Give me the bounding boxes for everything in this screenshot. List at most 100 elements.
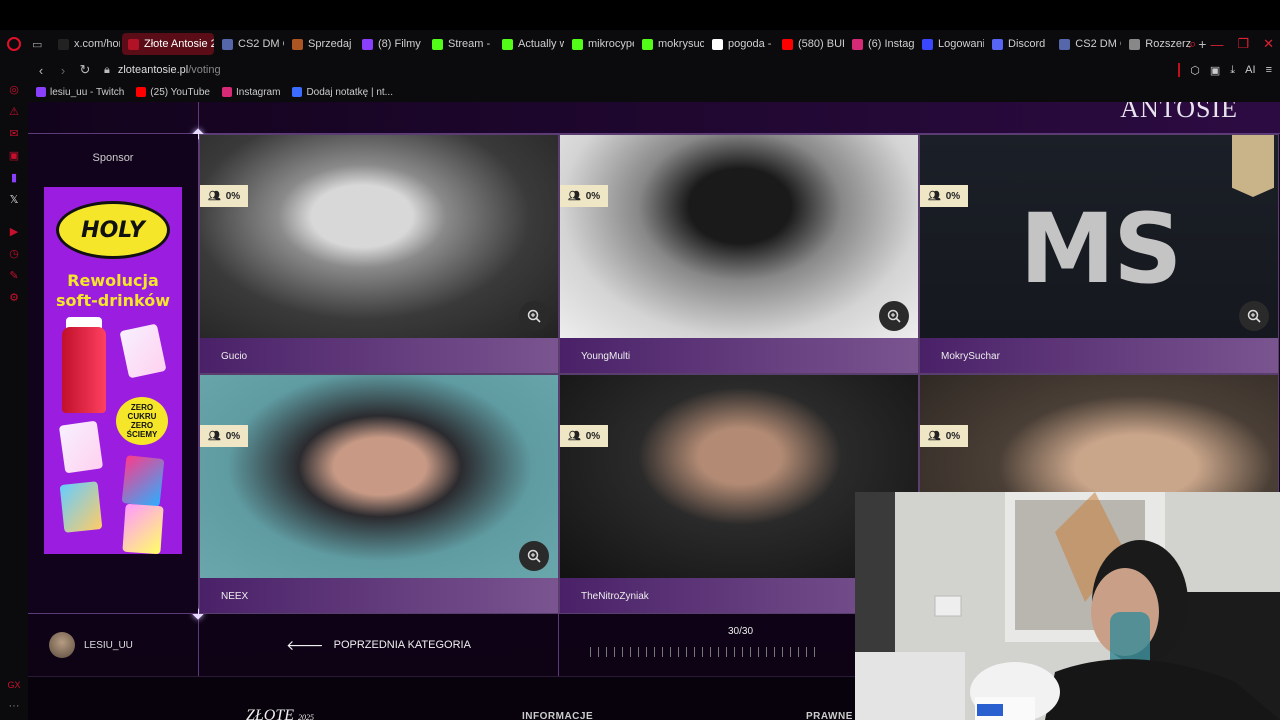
- users-icon: 👥︎: [208, 190, 221, 202]
- sponsor-ad[interactable]: HOLY Rewolucja soft-drinków ZERO CUKRU Z…: [44, 187, 182, 554]
- bookmark-item[interactable]: Dodaj notatkę | nt...: [292, 87, 393, 98]
- browser-tab[interactable]: (8) Filmy i: [356, 33, 424, 55]
- x-icon: [58, 38, 69, 50]
- candidate-name: NEEX: [221, 591, 249, 602]
- previous-category-button[interactable]: 🡐 POPRZEDNIA KATEGORIA: [199, 614, 559, 676]
- browser-tab[interactable]: CS2 DM C: [216, 33, 284, 55]
- candidate-photo: [560, 135, 918, 338]
- vote-percent-badge: 👥︎ 0%: [920, 185, 969, 207]
- browser-tab[interactable]: (6) Instag: [846, 33, 914, 55]
- aria-icon[interactable]: ◎: [0, 78, 28, 100]
- category-progress: 30/30: [560, 614, 860, 676]
- messenger-icon[interactable]: ✉: [0, 122, 28, 144]
- more-icon[interactable]: ···: [0, 700, 28, 712]
- vote-percent: 0%: [945, 190, 961, 202]
- users-icon: 👥︎: [568, 190, 581, 202]
- cs-icon: [1059, 38, 1071, 50]
- twitch-icon: [362, 38, 373, 50]
- gx-icon[interactable]: GX: [0, 680, 28, 690]
- tab-label: Logowanie: [938, 38, 984, 50]
- avatar-bookmark-icon: [1232, 135, 1274, 197]
- forward-icon[interactable]: ›: [54, 63, 72, 78]
- close-window-icon[interactable]: ✕: [1263, 36, 1274, 52]
- bookmark-item[interactable]: Instagram: [221, 87, 280, 98]
- candidate-card[interactable]: 👥︎ 0% NEEX: [199, 374, 559, 614]
- ai-button[interactable]: AI: [1245, 64, 1255, 76]
- crypto-wallet-icon[interactable]: ⚠: [0, 100, 28, 122]
- candidate-name-bar: YoungMulti: [560, 338, 918, 373]
- login-icon: [922, 38, 933, 50]
- maximize-icon[interactable]: ❐: [1237, 36, 1249, 52]
- discord-icon: [992, 38, 1003, 50]
- browser-tab[interactable]: mokrysuc: [636, 33, 704, 55]
- bookmark-label: Dodaj notatkę | nt...: [306, 86, 393, 98]
- zoom-in-icon[interactable]: [519, 541, 549, 571]
- candidate-name: YoungMulti: [581, 351, 631, 362]
- browser-tab[interactable]: (580) BUR: [776, 33, 844, 55]
- browser-tab[interactable]: x.com/hor: [52, 33, 120, 55]
- tab-label: (6) Instag: [868, 38, 914, 50]
- bookmark-item[interactable]: (25) YouTube: [136, 87, 210, 98]
- url-field[interactable]: 🔒︎ zloteantosie.pl /voting: [104, 64, 221, 77]
- user-profile[interactable]: LESIU_UU: [28, 614, 198, 676]
- product-pack: [59, 481, 103, 533]
- browser-tab[interactable]: Discord: [986, 33, 1051, 55]
- site-logo[interactable]: ANTOSIE: [1120, 102, 1238, 124]
- progress-ticks: [590, 647, 822, 657]
- bookmark-item[interactable]: lesiu_uu - Twitch: [36, 87, 124, 98]
- settings-icon[interactable]: ⚙: [0, 286, 28, 308]
- sponsor-panel: Sponsor HOLY Rewolucja soft-drinków ZERO…: [28, 134, 198, 614]
- extensions-sidebar-icon[interactable]: ✎: [0, 264, 28, 286]
- candidate-card[interactable]: 👥︎ 0% Gucio: [199, 134, 559, 374]
- twitch-sidebar-icon[interactable]: ▮: [0, 166, 28, 188]
- zoom-in-icon[interactable]: [1239, 301, 1269, 331]
- x-sidebar-icon[interactable]: 𝕏: [0, 188, 28, 210]
- header-strip: ANTOSIE: [28, 102, 1280, 134]
- browser-tab[interactable]: Actually wh: [496, 33, 564, 55]
- url-host: zloteantosie.pl: [117, 64, 189, 76]
- tab-label: CS2 DM C: [1075, 38, 1121, 50]
- kick-icon: [642, 38, 653, 50]
- browser-tab[interactable]: Sprzedaj z: [286, 33, 354, 55]
- footer-logo[interactable]: ZŁOTE 2025: [246, 707, 314, 720]
- player-icon[interactable]: ▶: [0, 220, 28, 242]
- minimize-icon[interactable]: —: [1210, 37, 1223, 52]
- browser-tab[interactable]: Logowanie: [916, 33, 984, 55]
- easy-setup-icon[interactable]: ≡: [1266, 64, 1272, 76]
- vote-percent-badge: 👥︎ 0%: [920, 425, 969, 447]
- tab-label: Sprzedaj z: [308, 38, 354, 50]
- candidate-card[interactable]: MS 👥︎ 0% MokrySuchar: [919, 134, 1279, 374]
- back-icon[interactable]: ‹: [32, 63, 50, 78]
- shaker-bottle: [62, 327, 106, 413]
- tab-label: pogoda - G: [728, 38, 774, 50]
- wallet-icon[interactable]: ▣: [1210, 64, 1220, 77]
- zoom-in-icon[interactable]: [519, 301, 549, 331]
- browser-tab[interactable]: pogoda - G: [706, 33, 774, 55]
- workspaces-icon[interactable]: ▭: [28, 33, 52, 55]
- za-icon: [128, 38, 139, 50]
- tab-label: Actually wh: [518, 38, 564, 50]
- candidate-card[interactable]: 👥︎ 0% YoungMulti: [559, 134, 919, 374]
- browser-tab[interactable]: CS2 DM C: [1053, 33, 1121, 55]
- browser-tab[interactable]: Złote Antosie 2025: [122, 33, 214, 55]
- opera-menu-button[interactable]: [0, 30, 28, 58]
- music-icon[interactable]: ▣: [0, 144, 28, 166]
- history-icon[interactable]: ◷: [0, 242, 28, 264]
- browser-tab[interactable]: Rozszerze: [1123, 33, 1191, 55]
- candidate-name: Gucio: [221, 351, 248, 362]
- search-tabs-icon[interactable]: ⌕: [1189, 36, 1196, 52]
- snapshot-icon[interactable]: ⬡: [1190, 64, 1200, 77]
- opera-sidebar: ◎ ⚠ ✉ ▣ ▮ 𝕏 ▶ ◷ ✎ ⚙ GX ···: [0, 58, 28, 720]
- kick-icon: [572, 38, 583, 50]
- download-icon[interactable]: ⤓: [1230, 64, 1235, 77]
- zoom-in-icon[interactable]: [879, 301, 909, 331]
- candidate-photo: MS: [920, 135, 1278, 338]
- browser-tab[interactable]: mikrocype: [566, 33, 634, 55]
- sponsor-title: Sponsor: [92, 152, 134, 164]
- vote-percent: 0%: [585, 190, 601, 202]
- tab-label: Stream - K: [448, 38, 494, 50]
- vote-percent: 0%: [225, 190, 241, 202]
- users-icon: 👥︎: [208, 430, 221, 442]
- browser-tab[interactable]: Stream - K: [426, 33, 494, 55]
- reload-icon[interactable]: ↻: [76, 62, 94, 78]
